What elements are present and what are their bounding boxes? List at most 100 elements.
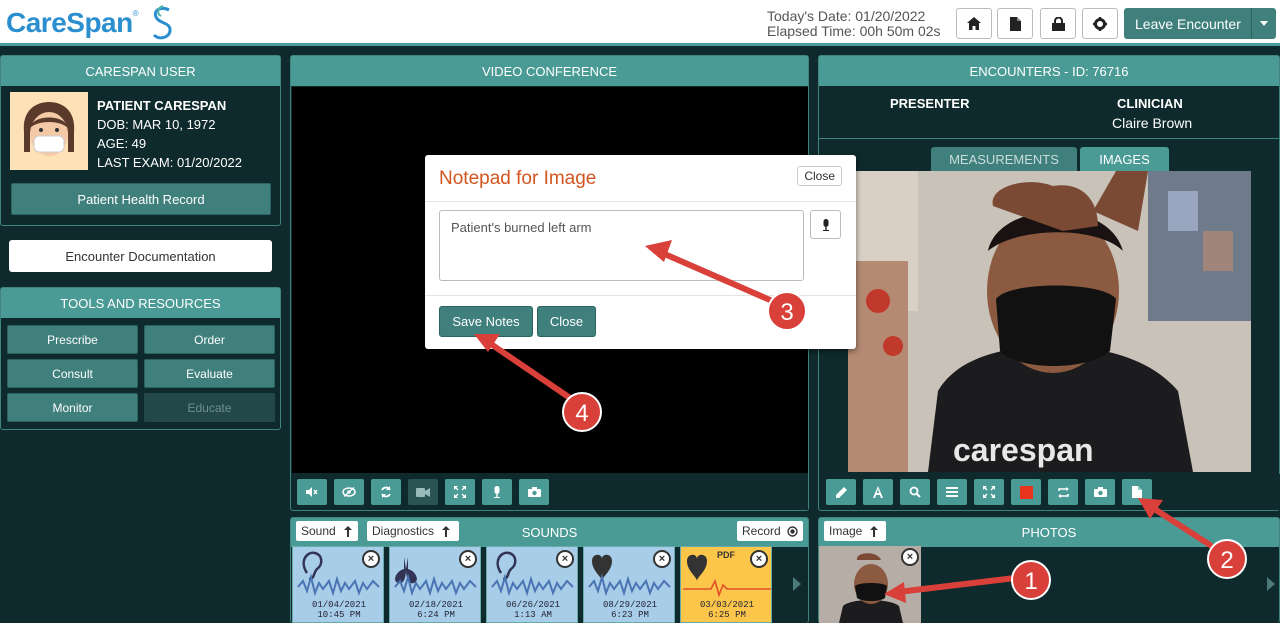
delete-sound-button[interactable]: × [750,550,768,568]
retweet-icon [1057,486,1069,498]
refresh-button[interactable] [371,479,401,505]
delete-sound-button[interactable]: × [653,550,671,568]
notepad-mic-button[interactable] [810,210,841,239]
notepad-modal: Notepad for Image Close Patient's burned… [425,155,856,349]
refresh-icon [381,486,391,498]
sound-card-date: 08/29/2021 6:23 PM [602,600,657,620]
delete-sound-button[interactable]: × [556,550,574,568]
mute-button[interactable] [297,479,327,505]
elapsed-time: Elapsed Time: 00h 50m 02s [767,23,941,39]
tab-images[interactable]: IMAGES [1080,147,1169,171]
camera-button[interactable] [408,479,438,505]
sound-card[interactable]: × 01/04/2021 10:45 PM [292,546,384,623]
record-button[interactable]: Record [737,521,803,541]
record-icon [786,525,798,537]
carespan-logo[interactable]: CareSpan ® [6,4,175,42]
tab-measurements[interactable]: MEASUREMENTS [931,147,1077,171]
sound-card-pdf[interactable]: PDF × 03/03/2021 6:25 PM [680,546,772,623]
patient-health-record-button[interactable]: Patient Health Record [11,183,271,215]
list-button[interactable] [937,479,967,505]
image-sort-label: Image [829,524,863,538]
list-icon [946,487,958,497]
snapshot-button[interactable] [519,479,549,505]
chevron-right-icon [793,577,801,591]
microphone-icon [822,218,829,231]
monitor-button[interactable]: Monitor [7,393,138,422]
expand-icon [983,486,995,498]
patient-panel: CARESPAN USER PATIENT CARESPAN DOB: MAR … [0,55,281,226]
lock-button[interactable] [1040,8,1076,39]
shirt-logo-text: carespan [953,432,1094,468]
encounter-image[interactable]: carespan [848,171,1251,472]
today-date: Today's Date: 01/20/2022 [767,8,926,24]
leave-encounter-dropdown[interactable] [1251,8,1275,39]
encounter-documentation-button[interactable]: Encounter Documentation [9,240,272,272]
expand-icon [454,486,466,498]
image-fullscreen-button[interactable] [974,479,1004,505]
save-notes-button[interactable]: Save Notes [439,306,533,337]
encounters-title: ENCOUNTERS - ID: 76716 [819,56,1279,86]
image-snapshot-button[interactable] [1085,479,1115,505]
document-icon [1009,16,1021,31]
home-button[interactable] [956,8,992,39]
notepad-title: Notepad for Image [439,168,597,189]
diagnostics-sort-button[interactable]: Diagnostics [367,521,459,541]
notepad-close-button[interactable]: Close [537,306,596,337]
settings-button[interactable] [1082,8,1118,39]
text-button[interactable] [863,479,893,505]
chevron-down-icon [1259,21,1268,26]
clinician-name: Claire Brown [1112,115,1193,131]
diagnostics-sort-label: Diagnostics [372,524,435,538]
sound-card[interactable]: × 02/18/2021 6:24 PM [389,546,481,623]
notes-button[interactable] [1122,479,1152,505]
sounds-next-button[interactable] [792,576,804,596]
sound-card-date: 06/26/2021 1:13 AM [505,600,560,620]
tools-panel: TOOLS AND RESOURCES Prescribe Order Cons… [0,287,281,430]
leave-encounter-label: Leave Encounter [1135,15,1241,32]
microphone-icon [494,486,500,498]
patient-image: carespan [848,171,1251,472]
sound-sort-button[interactable]: Sound [296,521,358,541]
educate-button: Educate [144,393,275,422]
patient-name: PATIENT CARESPAN [97,98,227,113]
document-button[interactable] [997,8,1033,39]
chevron-right-icon [1267,577,1275,591]
arrow-up-icon [442,525,451,537]
pencil-button[interactable] [826,479,856,505]
fullscreen-button[interactable] [445,479,475,505]
pencil-icon [835,486,847,498]
sound-sort-label: Sound [301,524,336,538]
zoom-button[interactable] [900,479,930,505]
photo-thumbnail[interactable]: × [819,546,921,623]
delete-sound-button[interactable]: × [459,550,477,568]
color-swatch-icon [1019,485,1033,499]
home-icon [967,17,981,30]
notepad-close-top-button[interactable]: Close [797,166,842,186]
logo-text: CareSpan [6,7,133,38]
patient-age: AGE: 49 [97,136,147,151]
search-icon [909,486,921,498]
delete-photo-button[interactable]: × [901,548,919,566]
image-sort-button[interactable]: Image [824,521,886,541]
hide-video-button[interactable] [334,479,364,505]
microphone-button[interactable] [482,479,512,505]
camera-icon [1093,487,1107,497]
color-picker-button[interactable] [1011,479,1041,505]
sound-card-date: 03/03/2021 6:25 PM [699,600,754,620]
eye-slash-icon [342,487,356,497]
photos-next-button[interactable] [1266,576,1278,596]
delete-sound-button[interactable]: × [362,550,380,568]
sound-card[interactable]: × 08/29/2021 6:23 PM [583,546,675,623]
notepad-textarea[interactable]: Patient's burned left arm [439,210,804,281]
rotate-button[interactable] [1048,479,1078,505]
text-icon [873,486,883,498]
prescribe-button[interactable]: Prescribe [7,325,138,354]
order-button[interactable]: Order [144,325,275,354]
leave-encounter-button[interactable]: Leave Encounter [1124,8,1276,39]
video-camera-icon [416,487,430,497]
sound-card-date: 01/04/2021 10:45 PM [311,600,366,620]
consult-button[interactable]: Consult [7,359,138,388]
sound-card[interactable]: × 06/26/2021 1:13 AM [486,546,578,623]
image-tools [820,474,1280,510]
evaluate-button[interactable]: Evaluate [144,359,275,388]
